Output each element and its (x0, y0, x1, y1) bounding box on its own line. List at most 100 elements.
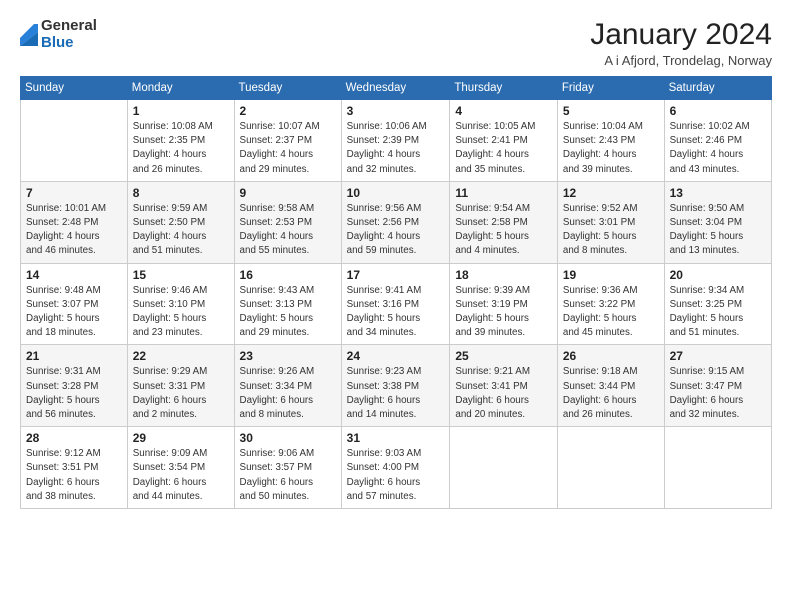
calendar-cell (664, 427, 771, 509)
col-friday: Friday (557, 77, 664, 100)
day-number: 16 (240, 268, 336, 282)
calendar-header: Sunday Monday Tuesday Wednesday Thursday… (21, 77, 772, 100)
calendar-cell: 27Sunrise: 9:15 AMSunset: 3:47 PMDayligh… (664, 345, 771, 427)
title-block: January 2024 A i Afjord, Trondelag, Norw… (590, 18, 772, 68)
calendar-cell: 15Sunrise: 9:46 AMSunset: 3:10 PMDayligh… (127, 263, 234, 345)
day-info: Sunrise: 9:46 AMSunset: 3:10 PMDaylight:… (133, 284, 229, 341)
day-info: Sunrise: 9:21 AMSunset: 3:41 PMDaylight:… (455, 365, 552, 422)
day-info: Sunrise: 9:31 AMSunset: 3:28 PMDaylight:… (26, 365, 122, 422)
day-number: 3 (347, 104, 445, 118)
day-number: 30 (240, 431, 336, 445)
month-title: January 2024 (590, 18, 772, 51)
calendar-cell: 16 Sunrise: 9:43 AMSunset: 3:13 PMDayligh… (234, 263, 341, 345)
calendar-table: Sunday Monday Tuesday Wednesday Thursday… (20, 76, 772, 509)
day-info: Sunrise: 9:09 AMSunset: 3:54 PMDaylight:… (133, 447, 229, 504)
day-number: 12 (563, 186, 659, 200)
calendar-cell: 8Sunrise: 9:59 AMSunset: 2:50 PMDaylight… (127, 181, 234, 263)
day-number: 28 (26, 431, 122, 445)
header: General Blue January 2024 A i Afjord, Tr… (20, 18, 772, 68)
calendar-cell: 23Sunrise: 9:26 AMSunset: 3:34 PMDayligh… (234, 345, 341, 427)
day-info: Sunrise: 10:07 AMSunset: 2:37 PMDaylight… (240, 120, 336, 177)
calendar-cell: 22 Sunrise: 9:29 AMSunset: 3:31 PMDayligh… (127, 345, 234, 427)
col-sunday: Sunday (21, 77, 128, 100)
day-number: 21 (26, 349, 122, 363)
day-info: Sunrise: 9:26 AMSunset: 3:34 PMDaylight:… (240, 365, 336, 422)
day-number: 26 (563, 349, 659, 363)
calendar-week-2: 7 Sunrise: 10:01 AMSunset: 2:48 PMDayligh… (21, 181, 772, 263)
day-number: 24 (347, 349, 445, 363)
calendar-cell: 20Sunrise: 9:34 AMSunset: 3:25 PMDayligh… (664, 263, 771, 345)
day-number: 31 (347, 431, 445, 445)
day-number: 7 (26, 186, 122, 200)
calendar-cell: 25 Sunrise: 9:21 AMSunset: 3:41 PMDayligh… (450, 345, 558, 427)
day-info: Sunrise: 10:01 AMSunset: 2:48 PMDaylight… (26, 202, 122, 259)
day-info: Sunrise: 9:43 AMSunset: 3:13 PMDaylight:… (240, 284, 336, 341)
day-info: Sunrise: 9:39 AMSunset: 3:19 PMDaylight:… (455, 284, 552, 341)
calendar-cell (450, 427, 558, 509)
day-info: Sunrise: 9:34 AMSunset: 3:25 PMDaylight:… (670, 284, 766, 341)
day-number: 19 (563, 268, 659, 282)
day-info: Sunrise: 9:36 AMSunset: 3:22 PMDaylight:… (563, 284, 659, 341)
day-number: 29 (133, 431, 229, 445)
logo-icon (20, 24, 38, 46)
calendar-cell: 31 Sunrise: 9:03 AMSunset: 4:00 PMDayligh… (341, 427, 450, 509)
calendar-cell: 26 Sunrise: 9:18 AMSunset: 3:44 PMDayligh… (557, 345, 664, 427)
day-info: Sunrise: 10:04 AMSunset: 2:43 PMDaylight… (563, 120, 659, 177)
calendar-cell: 3Sunrise: 10:06 AMSunset: 2:39 PMDayligh… (341, 100, 450, 182)
day-number: 14 (26, 268, 122, 282)
day-info: Sunrise: 9:41 AMSunset: 3:16 PMDaylight:… (347, 284, 445, 341)
day-info: Sunrise: 9:58 AMSunset: 2:53 PMDaylight:… (240, 202, 336, 259)
day-number: 9 (240, 186, 336, 200)
day-number: 17 (347, 268, 445, 282)
calendar-cell (557, 427, 664, 509)
calendar-cell: 10 Sunrise: 9:56 AMSunset: 2:56 PMDayligh… (341, 181, 450, 263)
calendar-cell: 4 Sunrise: 10:05 AMSunset: 2:41 PMDayligh… (450, 100, 558, 182)
day-number: 27 (670, 349, 766, 363)
logo-text: General Blue (41, 18, 97, 51)
day-number: 6 (670, 104, 766, 118)
calendar-cell: 19 Sunrise: 9:36 AMSunset: 3:22 PMDayligh… (557, 263, 664, 345)
calendar-week-4: 21 Sunrise: 9:31 AMSunset: 3:28 PMDayligh… (21, 345, 772, 427)
day-number: 13 (670, 186, 766, 200)
calendar-cell: 6Sunrise: 10:02 AMSunset: 2:46 PMDayligh… (664, 100, 771, 182)
calendar-cell: 29 Sunrise: 9:09 AMSunset: 3:54 PMDayligh… (127, 427, 234, 509)
day-number: 10 (347, 186, 445, 200)
day-number: 22 (133, 349, 229, 363)
day-info: Sunrise: 9:29 AMSunset: 3:31 PMDaylight:… (133, 365, 229, 422)
day-info: Sunrise: 9:56 AMSunset: 2:56 PMDaylight:… (347, 202, 445, 259)
day-number: 4 (455, 104, 552, 118)
calendar-cell: 11Sunrise: 9:54 AMSunset: 2:58 PMDayligh… (450, 181, 558, 263)
day-number: 1 (133, 104, 229, 118)
day-info: Sunrise: 10:05 AMSunset: 2:41 PMDaylight… (455, 120, 552, 177)
location: A i Afjord, Trondelag, Norway (590, 53, 772, 68)
day-info: Sunrise: 9:03 AMSunset: 4:00 PMDaylight:… (347, 447, 445, 504)
calendar-cell: 28Sunrise: 9:12 AMSunset: 3:51 PMDayligh… (21, 427, 128, 509)
day-number: 25 (455, 349, 552, 363)
calendar-cell: 18 Sunrise: 9:39 AMSunset: 3:19 PMDayligh… (450, 263, 558, 345)
col-thursday: Thursday (450, 77, 558, 100)
day-number: 11 (455, 186, 552, 200)
calendar-cell: 1 Sunrise: 10:08 AMSunset: 2:35 PMDayligh… (127, 100, 234, 182)
col-tuesday: Tuesday (234, 77, 341, 100)
calendar-body: 1 Sunrise: 10:08 AMSunset: 2:35 PMDayligh… (21, 100, 772, 509)
calendar-cell: 9 Sunrise: 9:58 AMSunset: 2:53 PMDaylight… (234, 181, 341, 263)
day-info: Sunrise: 9:18 AMSunset: 3:44 PMDaylight:… (563, 365, 659, 422)
day-info: Sunrise: 9:23 AMSunset: 3:38 PMDaylight:… (347, 365, 445, 422)
day-number: 8 (133, 186, 229, 200)
calendar-week-3: 14 Sunrise: 9:48 AMSunset: 3:07 PMDayligh… (21, 263, 772, 345)
logo-blue: Blue (41, 35, 97, 52)
calendar-cell: 2Sunrise: 10:07 AMSunset: 2:37 PMDayligh… (234, 100, 341, 182)
day-info: Sunrise: 9:50 AMSunset: 3:04 PMDaylight:… (670, 202, 766, 259)
day-info: Sunrise: 10:08 AMSunset: 2:35 PMDaylight… (133, 120, 229, 177)
calendar-week-1: 1 Sunrise: 10:08 AMSunset: 2:35 PMDayligh… (21, 100, 772, 182)
header-row: Sunday Monday Tuesday Wednesday Thursday… (21, 77, 772, 100)
calendar-cell: 24 Sunrise: 9:23 AMSunset: 3:38 PMDayligh… (341, 345, 450, 427)
col-wednesday: Wednesday (341, 77, 450, 100)
calendar-cell: 12Sunrise: 9:52 AMSunset: 3:01 PMDayligh… (557, 181, 664, 263)
day-number: 5 (563, 104, 659, 118)
day-info: Sunrise: 9:48 AMSunset: 3:07 PMDaylight:… (26, 284, 122, 341)
calendar-cell: 7 Sunrise: 10:01 AMSunset: 2:48 PMDayligh… (21, 181, 128, 263)
calendar-cell: 21 Sunrise: 9:31 AMSunset: 3:28 PMDayligh… (21, 345, 128, 427)
calendar-cell: 13 Sunrise: 9:50 AMSunset: 3:04 PMDayligh… (664, 181, 771, 263)
day-number: 18 (455, 268, 552, 282)
